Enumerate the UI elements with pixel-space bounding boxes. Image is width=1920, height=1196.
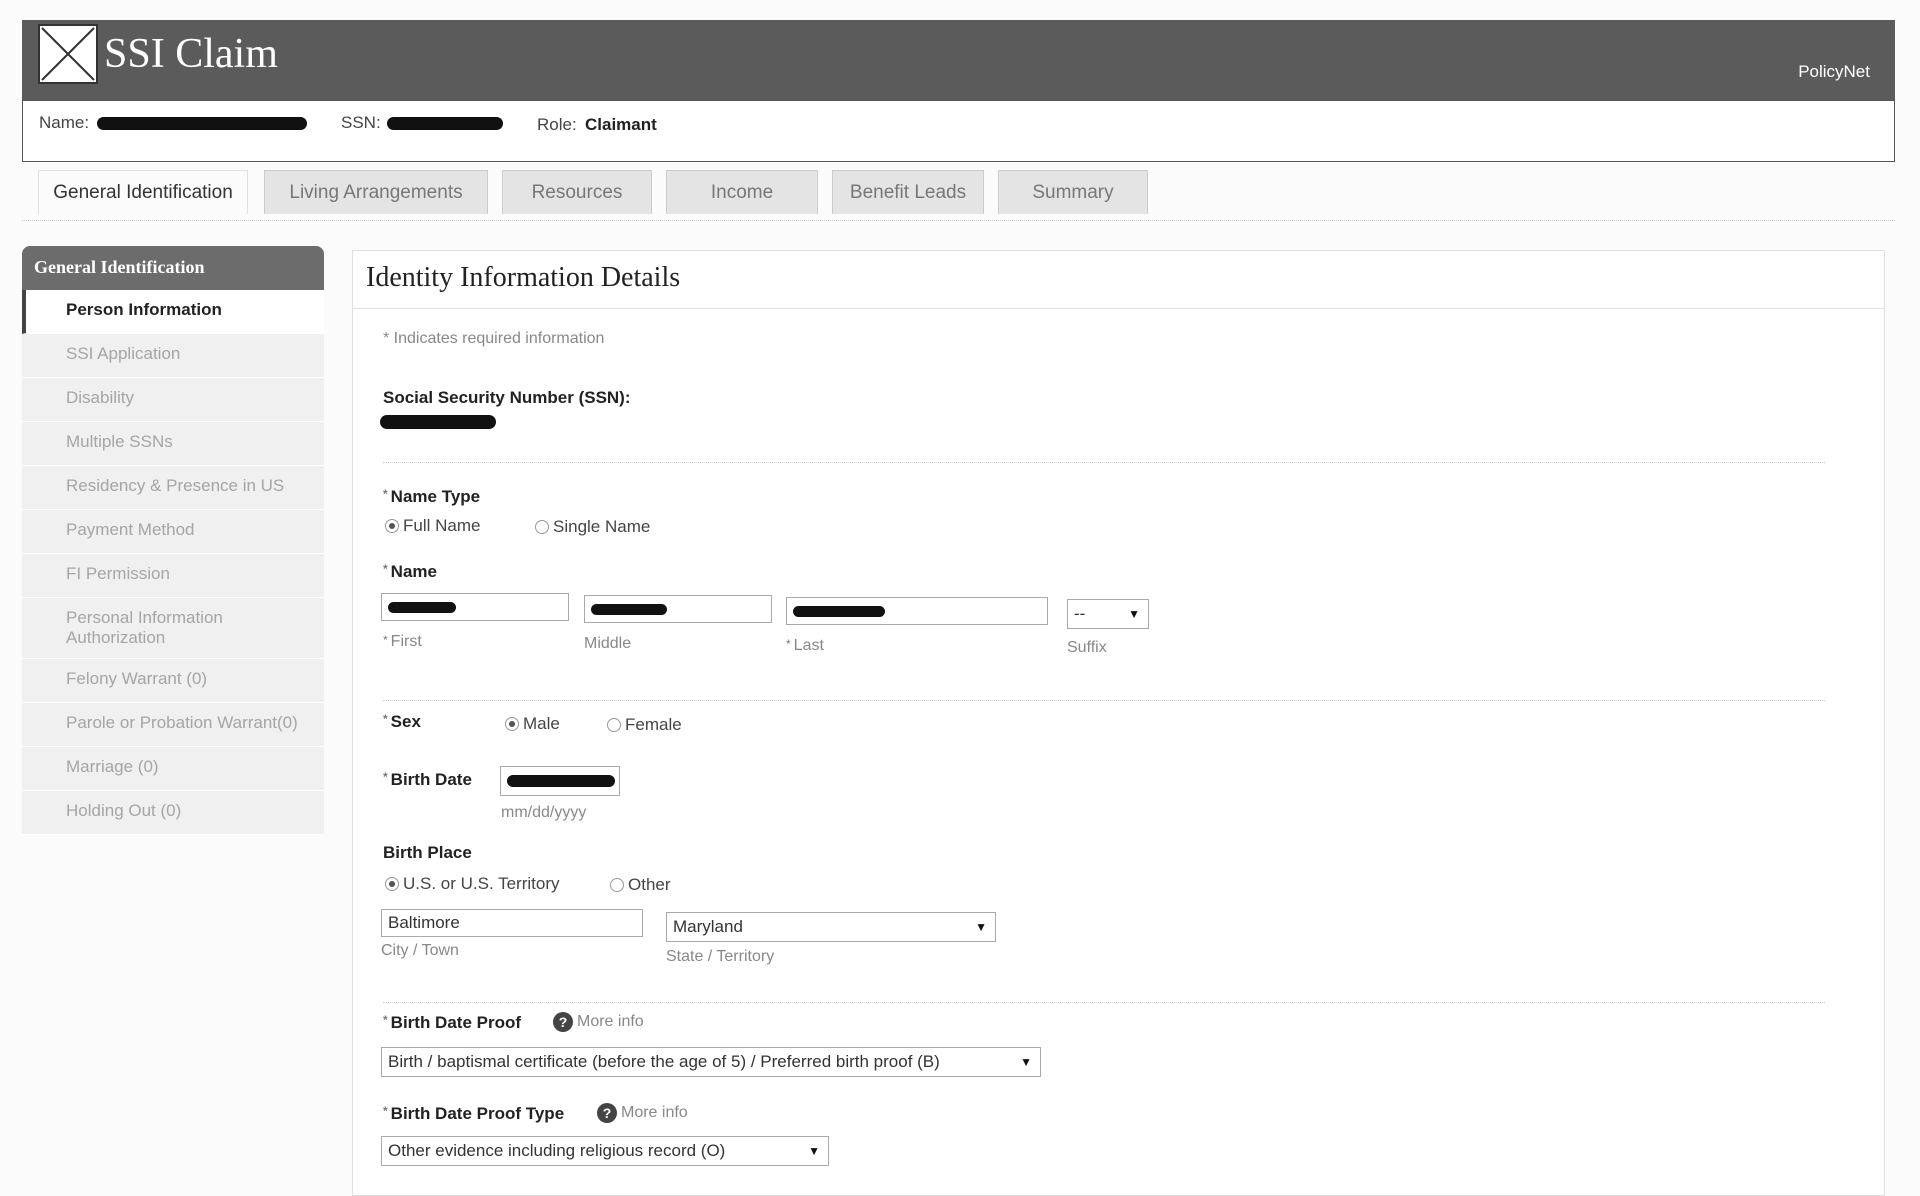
app-logo-icon [38,24,98,84]
ssn-label: SSN: [341,113,381,132]
page-title: Identity Information Details [366,262,681,293]
suffix-caption: Suffix [1067,639,1107,656]
birth-date-format-hint: mm/dd/yyyy [501,804,587,821]
sex-female-radio[interactable]: Female [607,715,682,735]
dropdown-arrow-icon: ▼ [975,920,987,934]
section-divider [383,462,1825,463]
first-name-caption: * First [383,633,422,650]
state-caption: State / Territory [666,948,775,965]
birth-date-proof-type-more-info[interactable]: ? More info [597,1103,688,1123]
sidebar-item-fi-permission[interactable]: FI Permission [22,554,324,598]
tab-living-arrangements[interactable]: Living Arrangements [264,170,488,214]
sidebar-item-multiple-ssns[interactable]: Multiple SSNs [22,422,324,466]
suffix-select[interactable]: -- ▼ [1067,599,1149,629]
app-header [22,20,1895,100]
sidebar-item-felony-warrant[interactable]: Felony Warrant (0) [22,659,324,703]
ssn-field-label: Social Security Number (SSN): [383,388,631,407]
section-divider [383,1002,1825,1003]
required-note: * Indicates required information [383,330,605,347]
birth-date-proof-type-label: * Birth Date Proof Type [383,1104,565,1123]
sidebar-item-parole-probation-warrant[interactable]: Parole or Probation Warrant(0) [22,703,324,747]
birth-date-proof-select[interactable]: Birth / baptismal certificate (before th… [381,1047,1041,1077]
radio-selected-icon [385,519,399,533]
birth-place-other-radio[interactable]: Other [610,875,671,895]
dropdown-arrow-icon: ▼ [1128,607,1140,621]
name-label: Name: [39,113,90,132]
sex-male-radio[interactable]: Male [505,714,560,734]
tab-summary[interactable]: Summary [998,170,1148,214]
radio-empty-icon [610,878,624,892]
role-value: Claimant [585,115,657,134]
dropdown-arrow-icon: ▼ [1020,1055,1032,1069]
user-info-bar: Name: SSN: Role: Claimant [22,100,1895,162]
name-type-label: * Name Type [383,487,481,506]
birth-date-label: * Birth Date [383,770,472,789]
radio-empty-icon [535,520,549,534]
first-name-input[interactable] [381,593,569,621]
help-icon: ? [553,1012,573,1032]
sidebar-nav: General Identification Person Informatio… [22,246,324,835]
name-type-full-radio[interactable]: Full Name [385,516,480,536]
last-name-redaction [793,606,885,618]
sidebar-item-marriage[interactable]: Marriage (0) [22,747,324,791]
birth-date-redaction [507,774,615,787]
birth-date-proof-more-info[interactable]: ? More info [553,1012,644,1032]
name-label: * Name [383,562,437,581]
last-name-input[interactable] [786,597,1048,625]
birth-place-label: Birth Place [383,843,472,862]
ssn-value-redaction [380,415,496,429]
sidebar-item-payment-method[interactable]: Payment Method [22,510,324,554]
first-name-redaction [388,602,456,614]
birth-date-proof-label: * Birth Date Proof [383,1013,522,1032]
help-icon: ? [597,1103,617,1123]
role-label: Role: [537,115,577,134]
birth-place-us-radio[interactable]: U.S. or U.S. Territory [385,874,560,894]
title-divider [352,308,1885,309]
sidebar-item-residency[interactable]: Residency & Presence in US [22,466,324,510]
radio-selected-icon [385,877,399,891]
name-type-single-radio[interactable]: Single Name [535,517,650,537]
middle-name-input[interactable] [584,595,772,623]
radio-empty-icon [607,718,621,732]
tab-resources[interactable]: Resources [502,170,652,214]
middle-name-caption: Middle [584,635,632,652]
birth-date-input[interactable] [500,766,620,796]
app-title: SSI Claim [104,31,278,77]
section-divider [383,700,1825,701]
name-redaction [97,117,307,130]
policynet-link[interactable]: PolicyNet [1798,62,1870,82]
dropdown-arrow-icon: ▼ [808,1144,820,1158]
tab-divider [22,220,1895,221]
sidebar-item-holding-out[interactable]: Holding Out (0) [22,791,324,835]
state-select[interactable]: Maryland ▼ [666,912,996,942]
sex-label: * Sex [383,712,421,731]
radio-selected-icon [505,717,519,731]
birth-date-proof-type-select[interactable]: Other evidence including religious recor… [381,1136,829,1166]
middle-name-redaction [591,604,667,616]
tab-income[interactable]: Income [666,170,818,214]
tab-general-identification[interactable]: General Identification [38,170,248,214]
sidebar-item-disability[interactable]: Disability [22,378,324,422]
sidebar-heading: General Identification [22,246,324,290]
sidebar-item-ssi-application[interactable]: SSI Application [22,334,324,378]
ssn-redaction [387,117,503,130]
tab-benefit-leads[interactable]: Benefit Leads [832,170,984,214]
city-input[interactable]: Baltimore [381,909,643,937]
sidebar-item-person-information[interactable]: Person Information [22,290,324,334]
sidebar-item-personal-information-authorization[interactable]: Personal Information Authorization [22,598,324,659]
last-name-caption: * Last [786,637,824,654]
city-caption: City / Town [381,942,459,959]
